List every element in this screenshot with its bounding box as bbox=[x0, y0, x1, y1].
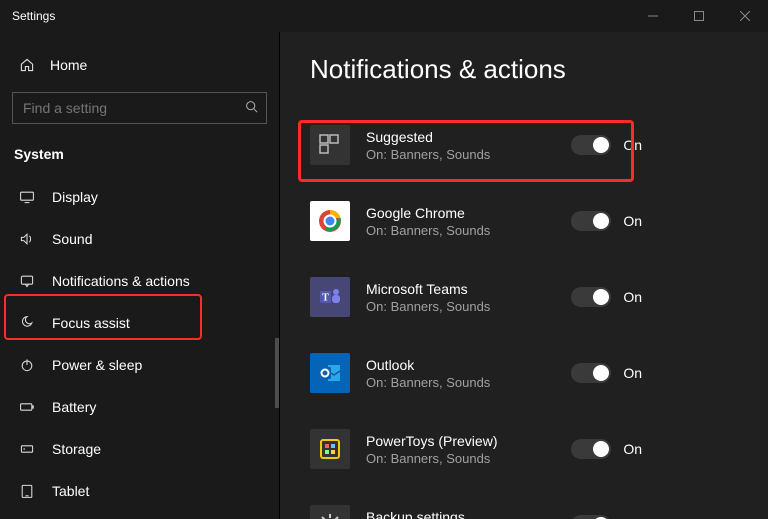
notifications-icon bbox=[18, 272, 36, 290]
window-title: Settings bbox=[12, 9, 55, 23]
app-meta: On: Banners, Sounds bbox=[366, 375, 571, 390]
sidebar-item-label: Notifications & actions bbox=[52, 273, 190, 289]
powertoys-icon bbox=[310, 429, 350, 469]
sidebar-nav: Display Sound Notifications & actions Fo… bbox=[12, 176, 267, 512]
search-input[interactable] bbox=[23, 100, 245, 116]
toggle-powertoys[interactable] bbox=[571, 439, 611, 459]
app-name: Backup settings bbox=[366, 509, 571, 519]
suggested-icon bbox=[310, 125, 350, 165]
toggle-label: On bbox=[623, 213, 642, 229]
sidebar-item-label: Focus assist bbox=[52, 315, 130, 331]
sidebar-item-notifications[interactable]: Notifications & actions bbox=[12, 260, 267, 302]
sidebar-item-storage[interactable]: Storage bbox=[12, 428, 267, 470]
app-meta: On: Banners, Sounds bbox=[366, 451, 571, 466]
close-button[interactable] bbox=[722, 0, 768, 32]
sidebar-item-focus-assist[interactable]: Focus assist bbox=[12, 302, 267, 344]
app-name: Suggested bbox=[366, 129, 571, 145]
display-icon bbox=[18, 188, 36, 206]
title-bar: Settings bbox=[0, 0, 768, 32]
focus-assist-icon bbox=[18, 314, 36, 332]
sidebar-item-label: Storage bbox=[52, 441, 101, 457]
sidebar-item-label: Battery bbox=[52, 399, 96, 415]
app-name: PowerToys (Preview) bbox=[366, 433, 571, 449]
sidebar-item-label: Power & sleep bbox=[52, 357, 142, 373]
battery-icon bbox=[18, 398, 36, 416]
toggle-microsoft-teams[interactable] bbox=[571, 287, 611, 307]
sidebar-item-display[interactable]: Display bbox=[12, 176, 267, 218]
app-row-backup-settings[interactable]: Backup settings On: Banners, Sounds On bbox=[310, 491, 642, 519]
toggle-label: On bbox=[623, 365, 642, 381]
app-row-microsoft-teams[interactable]: T Microsoft Teams On: Banners, Sounds On bbox=[310, 263, 642, 331]
sound-icon bbox=[18, 230, 36, 248]
app-name: Outlook bbox=[366, 357, 571, 373]
sidebar-item-battery[interactable]: Battery bbox=[12, 386, 267, 428]
toggle-google-chrome[interactable] bbox=[571, 211, 611, 231]
toggle-label: On bbox=[623, 441, 642, 457]
app-row-suggested[interactable]: Suggested On: Banners, Sounds On bbox=[310, 111, 642, 179]
sidebar-scrollbar[interactable] bbox=[275, 338, 279, 408]
app-meta: On: Banners, Sounds bbox=[366, 299, 571, 314]
toggle-suggested[interactable] bbox=[571, 135, 611, 155]
outlook-icon bbox=[310, 353, 350, 393]
search-icon bbox=[245, 100, 258, 116]
sidebar-home-label: Home bbox=[50, 57, 87, 73]
page-title: Notifications & actions bbox=[310, 54, 768, 85]
app-meta: On: Banners, Sounds bbox=[366, 147, 571, 162]
app-meta: On: Banners, Sounds bbox=[366, 223, 571, 238]
minimize-button[interactable] bbox=[630, 0, 676, 32]
search-box[interactable] bbox=[12, 92, 267, 124]
toggle-label: On bbox=[623, 289, 642, 305]
settings-icon bbox=[310, 505, 350, 519]
toggle-label: On bbox=[623, 137, 642, 153]
sidebar-item-power-sleep[interactable]: Power & sleep bbox=[12, 344, 267, 386]
sidebar: Home System Display Sound bbox=[0, 32, 280, 519]
toggle-outlook[interactable] bbox=[571, 363, 611, 383]
sidebar-item-label: Sound bbox=[52, 231, 92, 247]
storage-icon bbox=[18, 440, 36, 458]
svg-text:T: T bbox=[322, 293, 329, 304]
chrome-icon bbox=[310, 201, 350, 241]
home-icon bbox=[18, 56, 36, 74]
app-name: Google Chrome bbox=[366, 205, 571, 221]
power-icon bbox=[18, 356, 36, 374]
app-name: Microsoft Teams bbox=[366, 281, 571, 297]
content: Notifications & actions Suggested On: Ba… bbox=[280, 32, 768, 519]
app-row-outlook[interactable]: Outlook On: Banners, Sounds On bbox=[310, 339, 642, 407]
teams-icon: T bbox=[310, 277, 350, 317]
sidebar-item-tablet[interactable]: Tablet bbox=[12, 470, 267, 512]
sidebar-item-sound[interactable]: Sound bbox=[12, 218, 267, 260]
app-row-google-chrome[interactable]: Google Chrome On: Banners, Sounds On bbox=[310, 187, 642, 255]
sidebar-item-label: Tablet bbox=[52, 483, 89, 499]
sidebar-section-system: System bbox=[12, 142, 267, 176]
sidebar-home[interactable]: Home bbox=[12, 46, 267, 92]
toggle-backup-settings[interactable] bbox=[571, 515, 611, 519]
sidebar-item-label: Display bbox=[52, 189, 98, 205]
app-row-powertoys[interactable]: PowerToys (Preview) On: Banners, Sounds … bbox=[310, 415, 642, 483]
tablet-icon bbox=[18, 482, 36, 500]
maximize-button[interactable] bbox=[676, 0, 722, 32]
notifications-app-list: Suggested On: Banners, Sounds On bbox=[310, 111, 768, 519]
